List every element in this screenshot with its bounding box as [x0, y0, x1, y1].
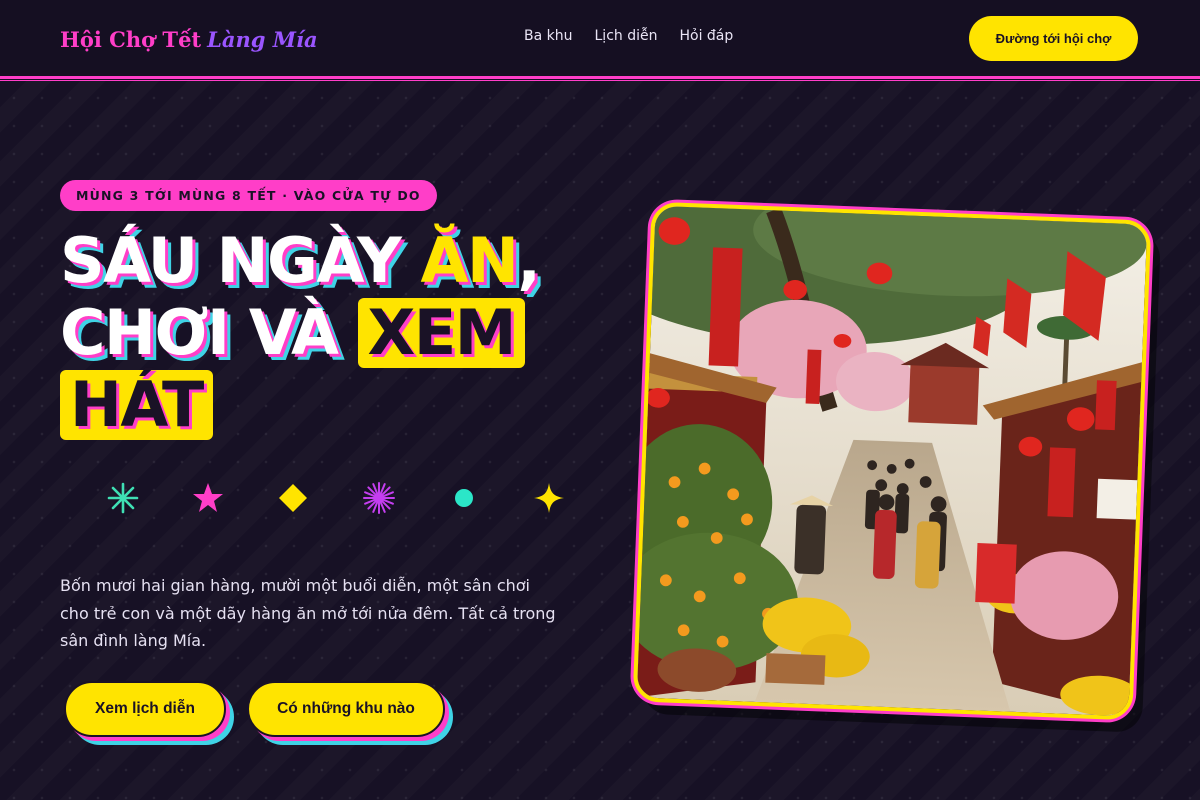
nav-zones-link[interactable]: Ba khu — [524, 28, 573, 44]
nav-faq-link[interactable]: Hỏi đáp — [679, 28, 733, 44]
hero-headline: SÁU NGÀY ĂN, CHƠI VÀ XEM HÁT — [60, 225, 600, 441]
view-zones-button[interactable]: Có những khu nào — [247, 681, 445, 737]
nav-schedule-link[interactable]: Lịch diễn — [595, 28, 658, 44]
brand-name: Hội Chợ Tết — [60, 26, 202, 52]
headline-boxed-word-1: XEM — [357, 298, 525, 368]
star-icon — [191, 481, 225, 515]
directions-button[interactable]: Đường tới hội chợ — [969, 16, 1138, 61]
main-nav: Ba khu Lịch diễn Hỏi đáp — [524, 28, 733, 44]
market-street-illustration — [636, 205, 1148, 717]
decoration-row — [106, 480, 566, 516]
brand-village: Làng Mía — [207, 26, 318, 52]
festival-photo — [632, 201, 1152, 721]
date-badge: MÙNG 3 TỚI MÙNG 8 TẾT · VÀO CỬA TỰ DO — [60, 180, 437, 211]
view-schedule-button[interactable]: Xem lịch diễn — [64, 681, 226, 737]
asterisk-icon — [106, 481, 140, 515]
firework-icon — [362, 481, 396, 515]
headline-highlight: ĂN — [420, 224, 518, 297]
sparkle-icon — [532, 481, 566, 515]
dot-icon — [447, 481, 481, 515]
headline-boxed-word-2: HÁT — [60, 370, 213, 440]
site-header: Hội Chợ Tết Làng Mía Ba khu Lịch diễn Hỏ… — [0, 0, 1200, 78]
hero-description: Bốn mươi hai gian hàng, mười một buổi di… — [60, 576, 556, 650]
brand-logo[interactable]: Hội Chợ Tết Làng Mía — [60, 22, 318, 56]
diamond-icon — [276, 481, 310, 515]
headline-part-1: SÁU NGÀY — [60, 224, 421, 297]
header-divider — [0, 76, 1200, 81]
